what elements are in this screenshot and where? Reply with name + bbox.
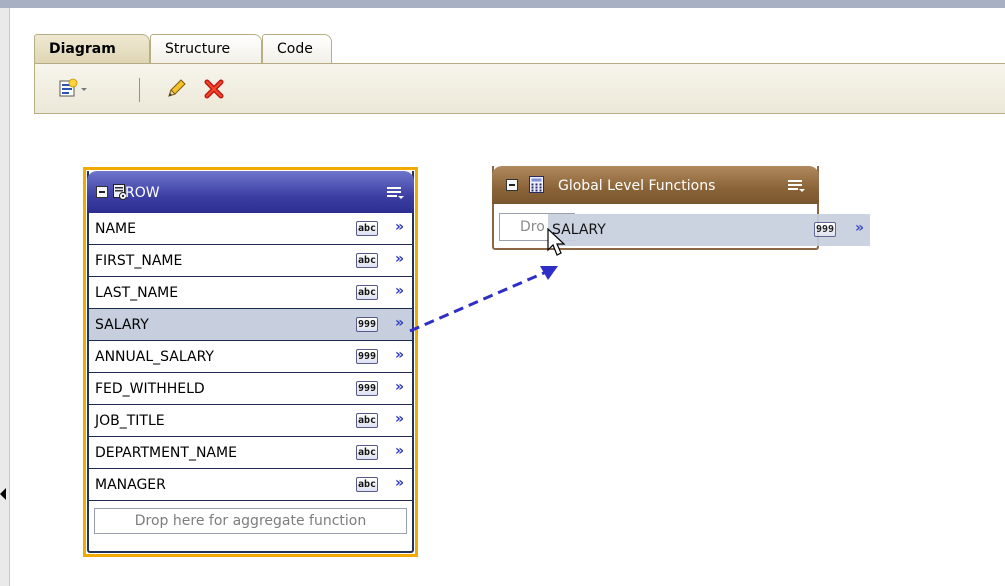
field-row-name[interactable]: NAME abc » [89,213,412,245]
row-node[interactable]: ROW NAME abc » FIRST_NAME abc » LAST_NAM… [83,167,418,557]
field-name: ANNUAL_SALARY [95,349,214,365]
number-type-icon: 999 [356,317,378,332]
node-menu-icon[interactable] [386,185,404,201]
drag-ghost-field: SALARY 999 » [548,214,870,246]
delete-x-icon [204,79,224,99]
calculator-icon [529,176,544,193]
new-item-dropdown-button[interactable] [53,76,105,102]
expand-chevron-icon[interactable]: » [395,283,404,299]
field-row-salary[interactable]: SALARY 999 » [89,309,412,341]
collapse-icon[interactable] [506,179,518,191]
field-name: FIRST_NAME [95,253,183,269]
row-node-header[interactable]: ROW [87,171,414,213]
expand-chevron-icon[interactable]: » [395,251,404,267]
field-row-manager[interactable]: MANAGER abc » [89,469,412,501]
tab-diagram[interactable]: Diagram [34,34,150,65]
expand-chevron-icon[interactable]: » [395,379,404,395]
edit-button[interactable] [161,76,191,102]
number-type-icon: 999 [814,222,836,237]
glf-node-title: Global Level Functions [558,178,716,194]
field-row-department-name[interactable]: DEPARTMENT_NAME abc » [89,437,412,469]
tab-structure[interactable]: Structure [150,34,262,64]
aggregate-drop-zone[interactable]: Drop here for aggregate function [94,508,407,534]
number-type-icon: 999 [356,349,378,364]
diagram-editor: Diagram Structure Code ROW NAME abc » FI… [10,8,1005,586]
expand-chevron-icon[interactable]: » [395,347,404,363]
field-name: FED_WITHHELD [95,381,205,397]
field-row-job-title[interactable]: JOB_TITLE abc » [89,405,412,437]
glf-node-header[interactable]: Global Level Functions [492,166,819,204]
collapse-icon[interactable] [96,186,108,198]
field-name: SALARY [95,317,149,333]
string-type-icon: abc [356,221,378,236]
field-name: JOB_TITLE [95,413,165,429]
string-type-icon: abc [356,253,378,268]
expand-chevron-icon[interactable]: » [395,443,404,459]
field-row-first-name[interactable]: FIRST_NAME abc » [89,245,412,277]
tab-bar: Diagram Structure Code [10,8,1005,65]
row-node-title: ROW [125,185,160,201]
field-name: LAST_NAME [95,285,179,301]
string-type-icon: abc [356,477,378,492]
tab-code[interactable]: Code [262,34,332,64]
number-type-icon: 999 [356,381,378,396]
row-node-body: ROW NAME abc » FIRST_NAME abc » LAST_NAM… [87,171,414,553]
tab-label: Code [277,41,313,57]
expand-chevron-icon[interactable]: » [395,219,404,235]
field-name: MANAGER [95,477,166,493]
pencil-icon [168,79,186,97]
tab-label: Structure [165,41,231,57]
node-menu-icon[interactable] [787,178,805,194]
expand-chevron-icon[interactable]: » [395,315,404,331]
field-name: DEPARTMENT_NAME [95,445,237,461]
delete-button[interactable] [199,76,229,102]
field-row-annual-salary[interactable]: ANNUAL_SALARY 999 » [89,341,412,373]
expand-chevron-icon: » [854,220,864,236]
toolbar-separator [139,78,140,102]
new-item-dropdown-icon [59,78,87,97]
string-type-icon: abc [356,413,378,428]
string-type-icon: abc [356,285,378,300]
field-row-fed-withheld[interactable]: FED_WITHHELD 999 » [89,373,412,405]
tab-label: Diagram [49,41,116,57]
expand-chevron-icon[interactable]: » [395,411,404,427]
toolbar [34,64,1005,114]
window-top-strip [0,0,1005,8]
mouse-cursor-icon [547,228,566,256]
string-type-icon: abc [356,445,378,460]
collapse-panel-handle[interactable] [0,488,6,500]
field-name: NAME [95,221,136,237]
field-row-last-name[interactable]: LAST_NAME abc » [89,277,412,309]
expand-chevron-icon[interactable]: » [395,475,404,491]
